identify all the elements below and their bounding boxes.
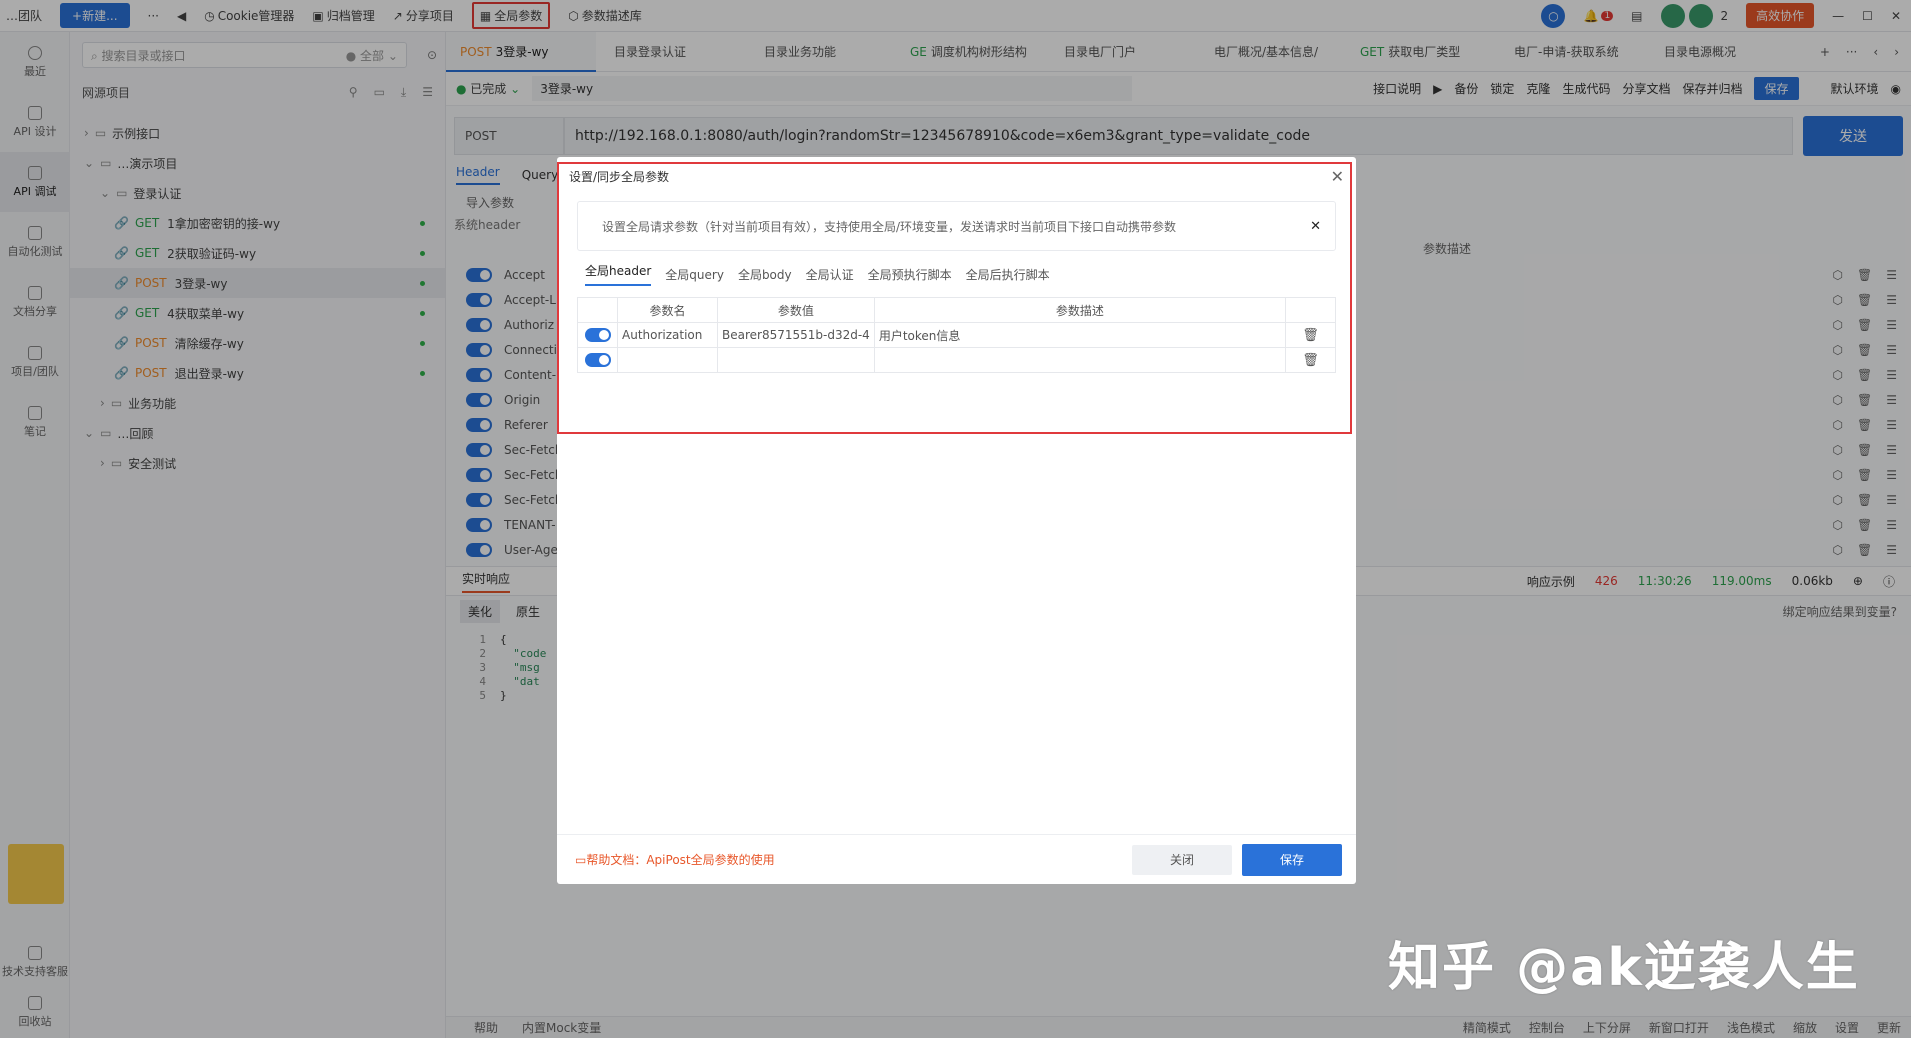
dialog-tab[interactable]: 全局预执行脚本 <box>868 266 952 283</box>
help-doc-link[interactable]: ▭帮助文档：ApiPost全局参数的使用 <box>575 851 775 868</box>
col-param-value: 参数值 <box>717 297 875 323</box>
col-param-desc: 参数描述 <box>873 297 1287 323</box>
param-toggle[interactable] <box>584 353 611 367</box>
dialog-tab[interactable]: 全局header <box>585 262 652 286</box>
table-header-row: 参数名 参数值 参数描述 <box>577 297 1336 323</box>
param-value-cell[interactable] <box>717 347 875 373</box>
table-row: 🗑 <box>577 347 1336 373</box>
param-toggle[interactable] <box>584 328 611 342</box>
param-desc-cell[interactable] <box>873 347 1287 373</box>
close-icon[interactable]: ✕ <box>1331 167 1344 186</box>
delete-icon[interactable]: 🗑 <box>1285 347 1336 373</box>
close-tip-icon[interactable]: ✕ <box>1310 219 1321 234</box>
param-name-cell[interactable]: Authorization <box>617 322 718 348</box>
close-button[interactable]: 关闭 <box>1132 844 1232 875</box>
col-param-name: 参数名 <box>617 297 718 323</box>
dialog-tab[interactable]: 全局body <box>738 266 792 283</box>
watermark: 知乎 @ak逆袭人生 <box>1388 938 1860 998</box>
dialog-tabs: 全局header 全局query 全局body 全局认证 全局预执行脚本 全局后执行脚本 <box>585 261 1336 287</box>
dialog-title: 设置/同步全局参数 <box>569 169 670 184</box>
doc-icon: ▭ <box>575 853 587 867</box>
param-value-cell[interactable]: Bearer8571551b-d32d-4 <box>717 322 875 348</box>
dialog-tab[interactable]: 全局query <box>665 266 724 283</box>
dialog-save-button[interactable]: 保存 <box>1242 843 1342 876</box>
dialog-tab[interactable]: 全局认证 <box>806 266 854 283</box>
tip-text: 设置全局请求参数（针对当前项目有效），支持使用全局/环境变量，发送请求时当前项目… <box>602 219 1177 234</box>
global-params-dialog: 设置/同步全局参数 ✕ 设置全局请求参数（针对当前项目有效），支持使用全局/环境… <box>557 157 1356 884</box>
dialog-tab[interactable]: 全局后执行脚本 <box>966 266 1050 283</box>
table-row: Authorization Bearer8571551b-d32d-4 用户toke… <box>577 322 1336 348</box>
delete-icon[interactable]: 🗑 <box>1285 322 1336 348</box>
global-header-table: 参数名 参数值 参数描述 Authorization Bearer8571551b… <box>577 297 1336 373</box>
tip-banner: 设置全局请求参数（针对当前项目有效），支持使用全局/环境变量，发送请求时当前项目… <box>577 201 1336 251</box>
param-desc-cell[interactable]: 用户token信息 <box>873 322 1287 348</box>
param-name-cell[interactable] <box>617 347 718 373</box>
